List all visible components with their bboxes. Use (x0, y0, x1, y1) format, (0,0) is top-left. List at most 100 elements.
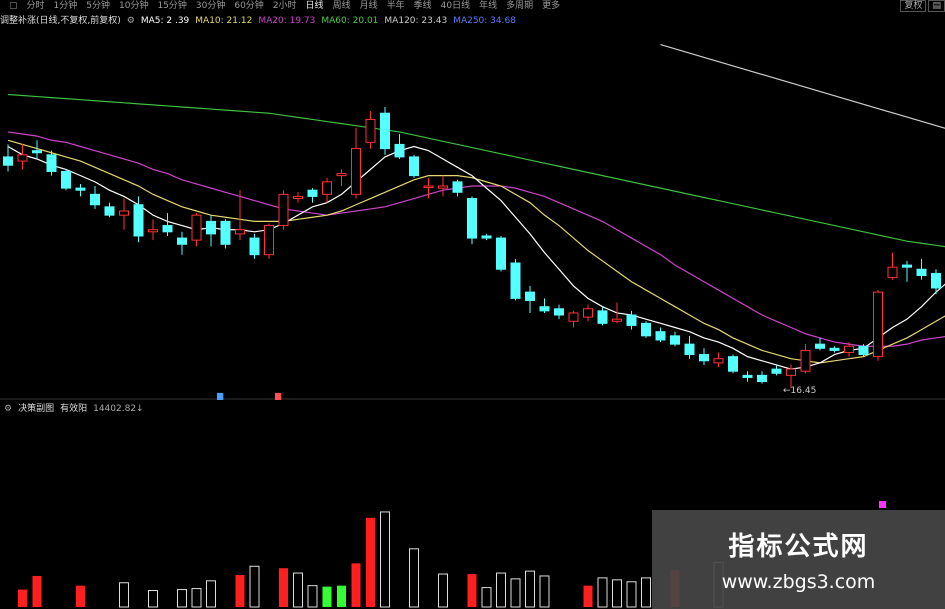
candle (844, 345, 854, 353)
candle (220, 220, 231, 245)
volume-bar (76, 585, 85, 607)
ma5-line (7, 145, 945, 370)
volume-bar (380, 511, 390, 608)
candle (684, 343, 695, 356)
candle (670, 335, 680, 345)
candle (46, 154, 57, 172)
candle (612, 318, 622, 322)
volume-bar (510, 578, 521, 608)
flag-red-marker: ▆ (274, 391, 282, 400)
volume-bar (583, 585, 593, 607)
volume-bar (626, 581, 637, 608)
volume-bar (307, 585, 318, 608)
volume-bar (177, 589, 187, 608)
candle (75, 187, 86, 191)
candle (481, 235, 492, 239)
candle (467, 198, 477, 239)
candle (17, 154, 28, 162)
ma10-line (7, 139, 945, 364)
volume-bar (191, 588, 202, 608)
candle (423, 185, 434, 189)
volume-bar (119, 582, 129, 608)
candle (699, 354, 709, 362)
candle (191, 214, 202, 241)
candle (322, 181, 332, 195)
candle (264, 225, 274, 256)
volume-bar (525, 570, 535, 608)
candle (235, 229, 245, 235)
candle (887, 266, 898, 279)
volume-bar (438, 573, 448, 608)
low-price-label: ←16.45 (783, 386, 816, 396)
candle (554, 308, 564, 316)
volume-bar (337, 585, 346, 607)
candle (438, 185, 448, 189)
candle (119, 210, 129, 216)
candle (293, 195, 303, 200)
candle (786, 368, 796, 376)
candle (873, 291, 883, 358)
candle (177, 237, 187, 245)
candle (307, 189, 318, 197)
candle (32, 150, 42, 154)
volume-bar (351, 563, 361, 607)
volume-bar (496, 572, 506, 608)
candle (829, 347, 840, 351)
candle (858, 345, 869, 356)
indicator-name[interactable]: 决策副图 (18, 402, 54, 416)
candle (336, 173, 347, 177)
volume-bar (322, 586, 332, 607)
watermark-title: 指标公式网 (728, 532, 869, 562)
volume-bar (409, 548, 419, 608)
candle (148, 229, 158, 233)
candle (104, 206, 115, 216)
candle (742, 374, 753, 378)
candle (568, 312, 579, 322)
volume-bar (18, 589, 27, 607)
volume-bar (293, 572, 303, 608)
volume-bar (612, 579, 622, 608)
candle (539, 306, 550, 312)
candle (351, 148, 361, 195)
flag-blue-marker: ▆ (216, 391, 224, 400)
candle (409, 156, 419, 177)
candle (61, 170, 71, 189)
volume-marker-magenta (879, 501, 886, 508)
stock-chart-window: ▢ 分时 1分钟 5分钟 10分钟 15分钟 30分钟 60分钟 2小时 日线 周线 月线 半年 季线 40… (0, 0, 945, 609)
candle (380, 112, 390, 150)
candle (757, 374, 767, 383)
candle (162, 225, 173, 233)
candle (916, 268, 927, 276)
volume-bar (597, 577, 608, 608)
ma120-line (660, 43, 945, 129)
ma20-line (7, 131, 945, 347)
candle (278, 193, 289, 227)
candle (583, 308, 593, 318)
volume-bar (366, 517, 375, 607)
volume-bar (467, 574, 477, 607)
candle (713, 358, 724, 364)
volume-bar (206, 580, 216, 608)
candle (771, 368, 782, 374)
candle (815, 343, 825, 349)
candle (902, 264, 912, 268)
volume-bar (32, 575, 42, 607)
volume-bar (641, 577, 651, 608)
gear-icon[interactable]: ⚙ (4, 402, 12, 416)
candle (641, 322, 651, 337)
volume-bar (148, 590, 158, 608)
candle (597, 310, 608, 324)
volume-bar (539, 575, 550, 608)
candle (3, 156, 13, 166)
volume-bar (279, 568, 288, 607)
watermark: 指标公式网 www.zbgs3.com (652, 510, 945, 609)
candle (133, 204, 144, 237)
candle (365, 118, 376, 143)
candle (452, 181, 463, 193)
candle (626, 314, 637, 326)
watermark-url: www.zbgs3.com (721, 571, 876, 593)
candle (496, 237, 506, 270)
candle (931, 272, 941, 289)
indicator-param: 有效阳 (60, 404, 88, 414)
candle (90, 193, 100, 206)
